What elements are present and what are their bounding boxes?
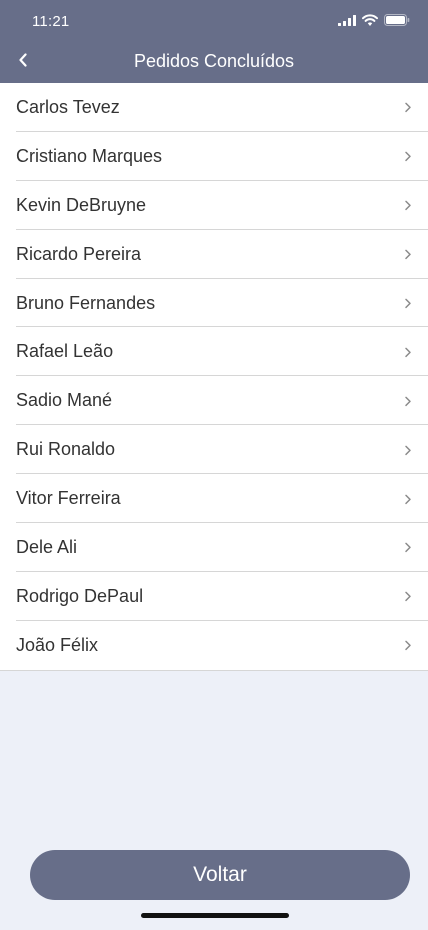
list-item-label: Sadio Mané: [16, 390, 113, 411]
header-bar: 11:21 Pedidos Concluídos: [0, 0, 428, 83]
list-item[interactable]: Rodrigo DePaul: [0, 572, 428, 621]
list-item[interactable]: Carlos Tevez: [0, 83, 428, 132]
list-item[interactable]: João Félix: [0, 621, 428, 670]
chevron-right-icon: [403, 296, 413, 309]
list-item[interactable]: Ricardo Pereira: [0, 230, 428, 279]
list-item-label: Rafael Leão: [16, 341, 114, 362]
status-time: 11:21: [32, 13, 70, 30]
chevron-right-icon: [403, 394, 413, 406]
list-item-label: Cristiano Marques: [16, 145, 163, 166]
app-screen: 11:21 Pedidos Concluídos Carlos Tevez Cr…: [0, 0, 428, 930]
back-footer-button[interactable]: Voltar: [30, 850, 410, 900]
list-item-label: João Félix: [16, 634, 99, 655]
chevron-right-icon: [403, 199, 413, 211]
list-item[interactable]: Cristiano Marques: [0, 132, 428, 181]
list-item-label: Carlos Tevez: [16, 96, 120, 117]
home-indicator: [141, 913, 289, 918]
list-item-label: Kevin DeBruyne: [16, 194, 147, 215]
wifi-icon: [362, 13, 378, 31]
chevron-right-icon: [403, 150, 413, 162]
chevron-right-icon: [403, 345, 413, 358]
list-item-label: Vitor Ferreira: [16, 488, 121, 509]
list-item[interactable]: Bruno Fernandes: [0, 279, 428, 328]
list-item[interactable]: Dele Ali: [0, 523, 428, 572]
list-item-label: Rui Ronaldo: [16, 439, 116, 460]
chevron-right-icon: [403, 443, 413, 455]
page-title: Pedidos Concluídos: [133, 51, 295, 71]
chevron-right-icon: [403, 101, 413, 113]
list-item-label: Bruno Fernandes: [16, 292, 156, 313]
list-item[interactable]: Rui Ronaldo: [0, 425, 428, 475]
chevron-right-icon: [403, 639, 413, 651]
battery-icon: [384, 13, 410, 31]
list-item-label: Ricardo Pereira: [16, 243, 142, 264]
list-item[interactable]: Rafael Leão: [0, 327, 428, 377]
list-item[interactable]: Vitor Ferreira: [0, 474, 428, 523]
status-icons: [338, 13, 410, 31]
order-list: Carlos Tevez Cristiano Marques Kevin DeB…: [0, 83, 428, 671]
chevron-right-icon: [403, 590, 413, 602]
list-item[interactable]: Sadio Mané: [0, 376, 428, 426]
cellular-signal-icon: [338, 13, 356, 31]
chevron-right-icon: [403, 248, 413, 260]
list-item[interactable]: Kevin DeBruyne: [0, 181, 428, 230]
list-item-label: Rodrigo DePaul: [16, 585, 144, 606]
chevron-right-icon: [403, 492, 413, 504]
list-item-label: Dele Ali: [16, 536, 78, 557]
chevron-right-icon: [403, 541, 413, 553]
